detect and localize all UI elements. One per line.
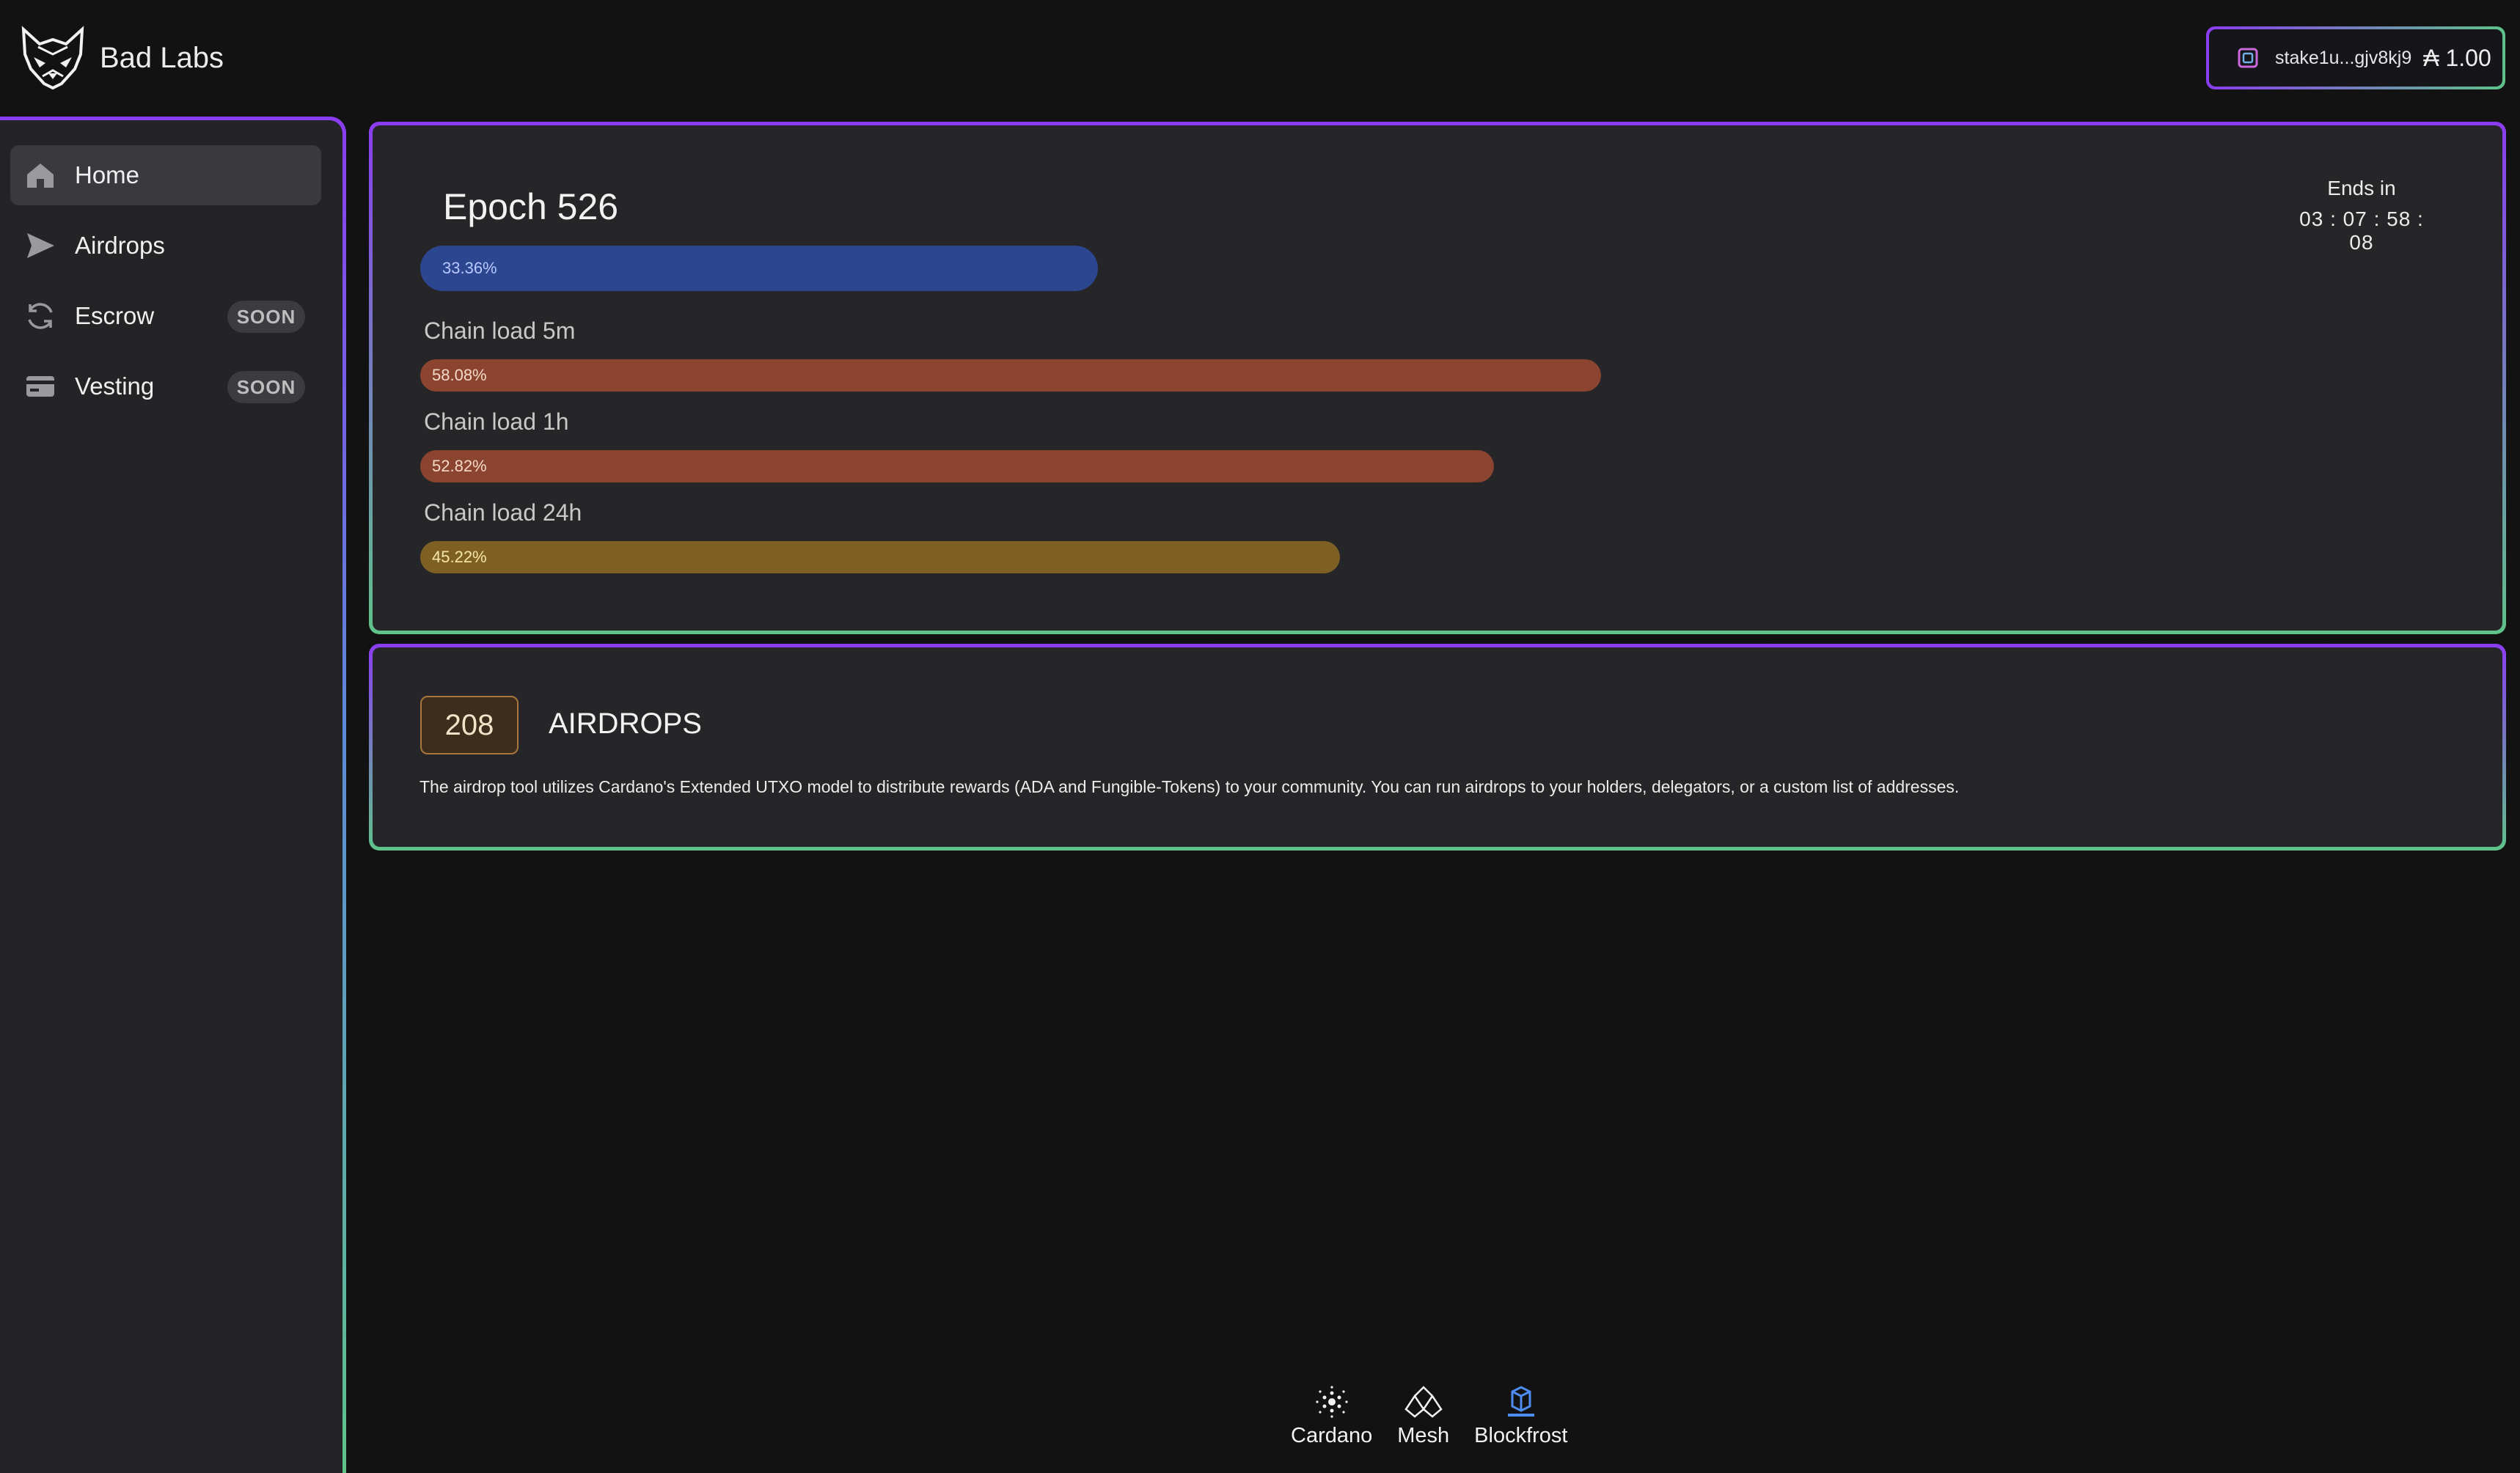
sidebar-item-label: Escrow xyxy=(75,302,155,329)
chain-load-5m-label: Chain load 5m xyxy=(424,317,576,344)
ends-in-label: Ends in xyxy=(2327,177,2396,199)
chain-load-1h-value: 52.82% xyxy=(432,457,487,475)
footer-links: Cardano Mesh Blockfrost xyxy=(1291,1384,1568,1448)
airdrops-title: AIRDROPS xyxy=(549,708,702,740)
fox-logo-icon xyxy=(21,26,84,90)
sidebar-item-label: Airdrops xyxy=(75,232,165,259)
wallet-balance: ₳ 1.00 xyxy=(2423,44,2491,71)
chain-load-24h-bar: 45.22% xyxy=(420,541,1340,573)
footer-label: Mesh xyxy=(1397,1424,1450,1447)
wallet-stake-address: stake1u...gjv8kj9 xyxy=(2275,47,2412,68)
airdrops-count-badge: 208 xyxy=(420,696,519,754)
footer-link-cardano[interactable]: Cardano xyxy=(1291,1384,1372,1448)
brand[interactable]: Bad Labs xyxy=(16,25,224,91)
sidebar-item-escrow[interactable]: Escrow SOON xyxy=(10,286,321,346)
footer-label: Cardano xyxy=(1291,1424,1373,1447)
top-header: Bad Labs stake1u...gjv8kj9 ₳ 1.00 xyxy=(0,0,2520,114)
footer-link-blockfrost[interactable]: Blockfrost xyxy=(1474,1384,1568,1448)
footer-link-mesh[interactable]: Mesh xyxy=(1397,1384,1449,1448)
sidebar: Home Airdrops Escrow SOON Vesting SOON xyxy=(0,117,346,1473)
brand-name: Bad Labs xyxy=(100,41,224,74)
sidebar-item-label: Home xyxy=(75,161,140,188)
epoch-progress-bar: 33.36% xyxy=(420,246,1098,291)
epoch-progress-value: 33.36% xyxy=(442,259,497,277)
ends-in-countdown: 03 : 07 : 58 : 08 xyxy=(2299,207,2424,254)
airdrops-panel[interactable]: 208 AIRDROPS The airdrop tool utilizes C… xyxy=(369,644,2506,851)
mesh-icon xyxy=(1404,1386,1443,1418)
cardano-icon xyxy=(1316,1386,1348,1418)
chain-load-24h-value: 45.22% xyxy=(432,548,487,566)
chain-load-5m-bar: 58.08% xyxy=(420,359,1601,392)
airdrops-description: The airdrop tool utilizes Cardano's Exte… xyxy=(420,777,1960,796)
epoch-title: Epoch 526 xyxy=(443,186,619,227)
sidebar-item-airdrops[interactable]: Airdrops xyxy=(10,216,321,276)
sidebar-item-vesting[interactable]: Vesting SOON xyxy=(10,356,321,416)
sidebar-item-home[interactable]: Home xyxy=(10,145,321,205)
wallet-icon xyxy=(2238,48,2258,68)
chain-load-24h-label: Chain load 24h xyxy=(424,499,582,526)
chain-load-1h-bar: 52.82% xyxy=(420,450,1494,482)
refresh-icon xyxy=(28,303,53,329)
wallet-button[interactable]: stake1u...gjv8kj9 ₳ 1.00 xyxy=(2206,26,2505,89)
soon-badge: SOON xyxy=(227,371,305,403)
footer-label: Blockfrost xyxy=(1474,1424,1568,1447)
epoch-panel: Epoch 526 Ends in 03 : 07 : 58 : 08 33.3… xyxy=(369,122,2506,634)
home-icon xyxy=(27,164,54,188)
send-icon xyxy=(27,233,54,258)
card-icon xyxy=(26,376,54,397)
blockfrost-icon xyxy=(1507,1386,1534,1417)
chain-load-1h-label: Chain load 1h xyxy=(424,408,569,435)
chain-load-5m-value: 58.08% xyxy=(432,366,487,384)
sidebar-item-label: Vesting xyxy=(75,372,155,400)
soon-badge: SOON xyxy=(227,301,305,333)
